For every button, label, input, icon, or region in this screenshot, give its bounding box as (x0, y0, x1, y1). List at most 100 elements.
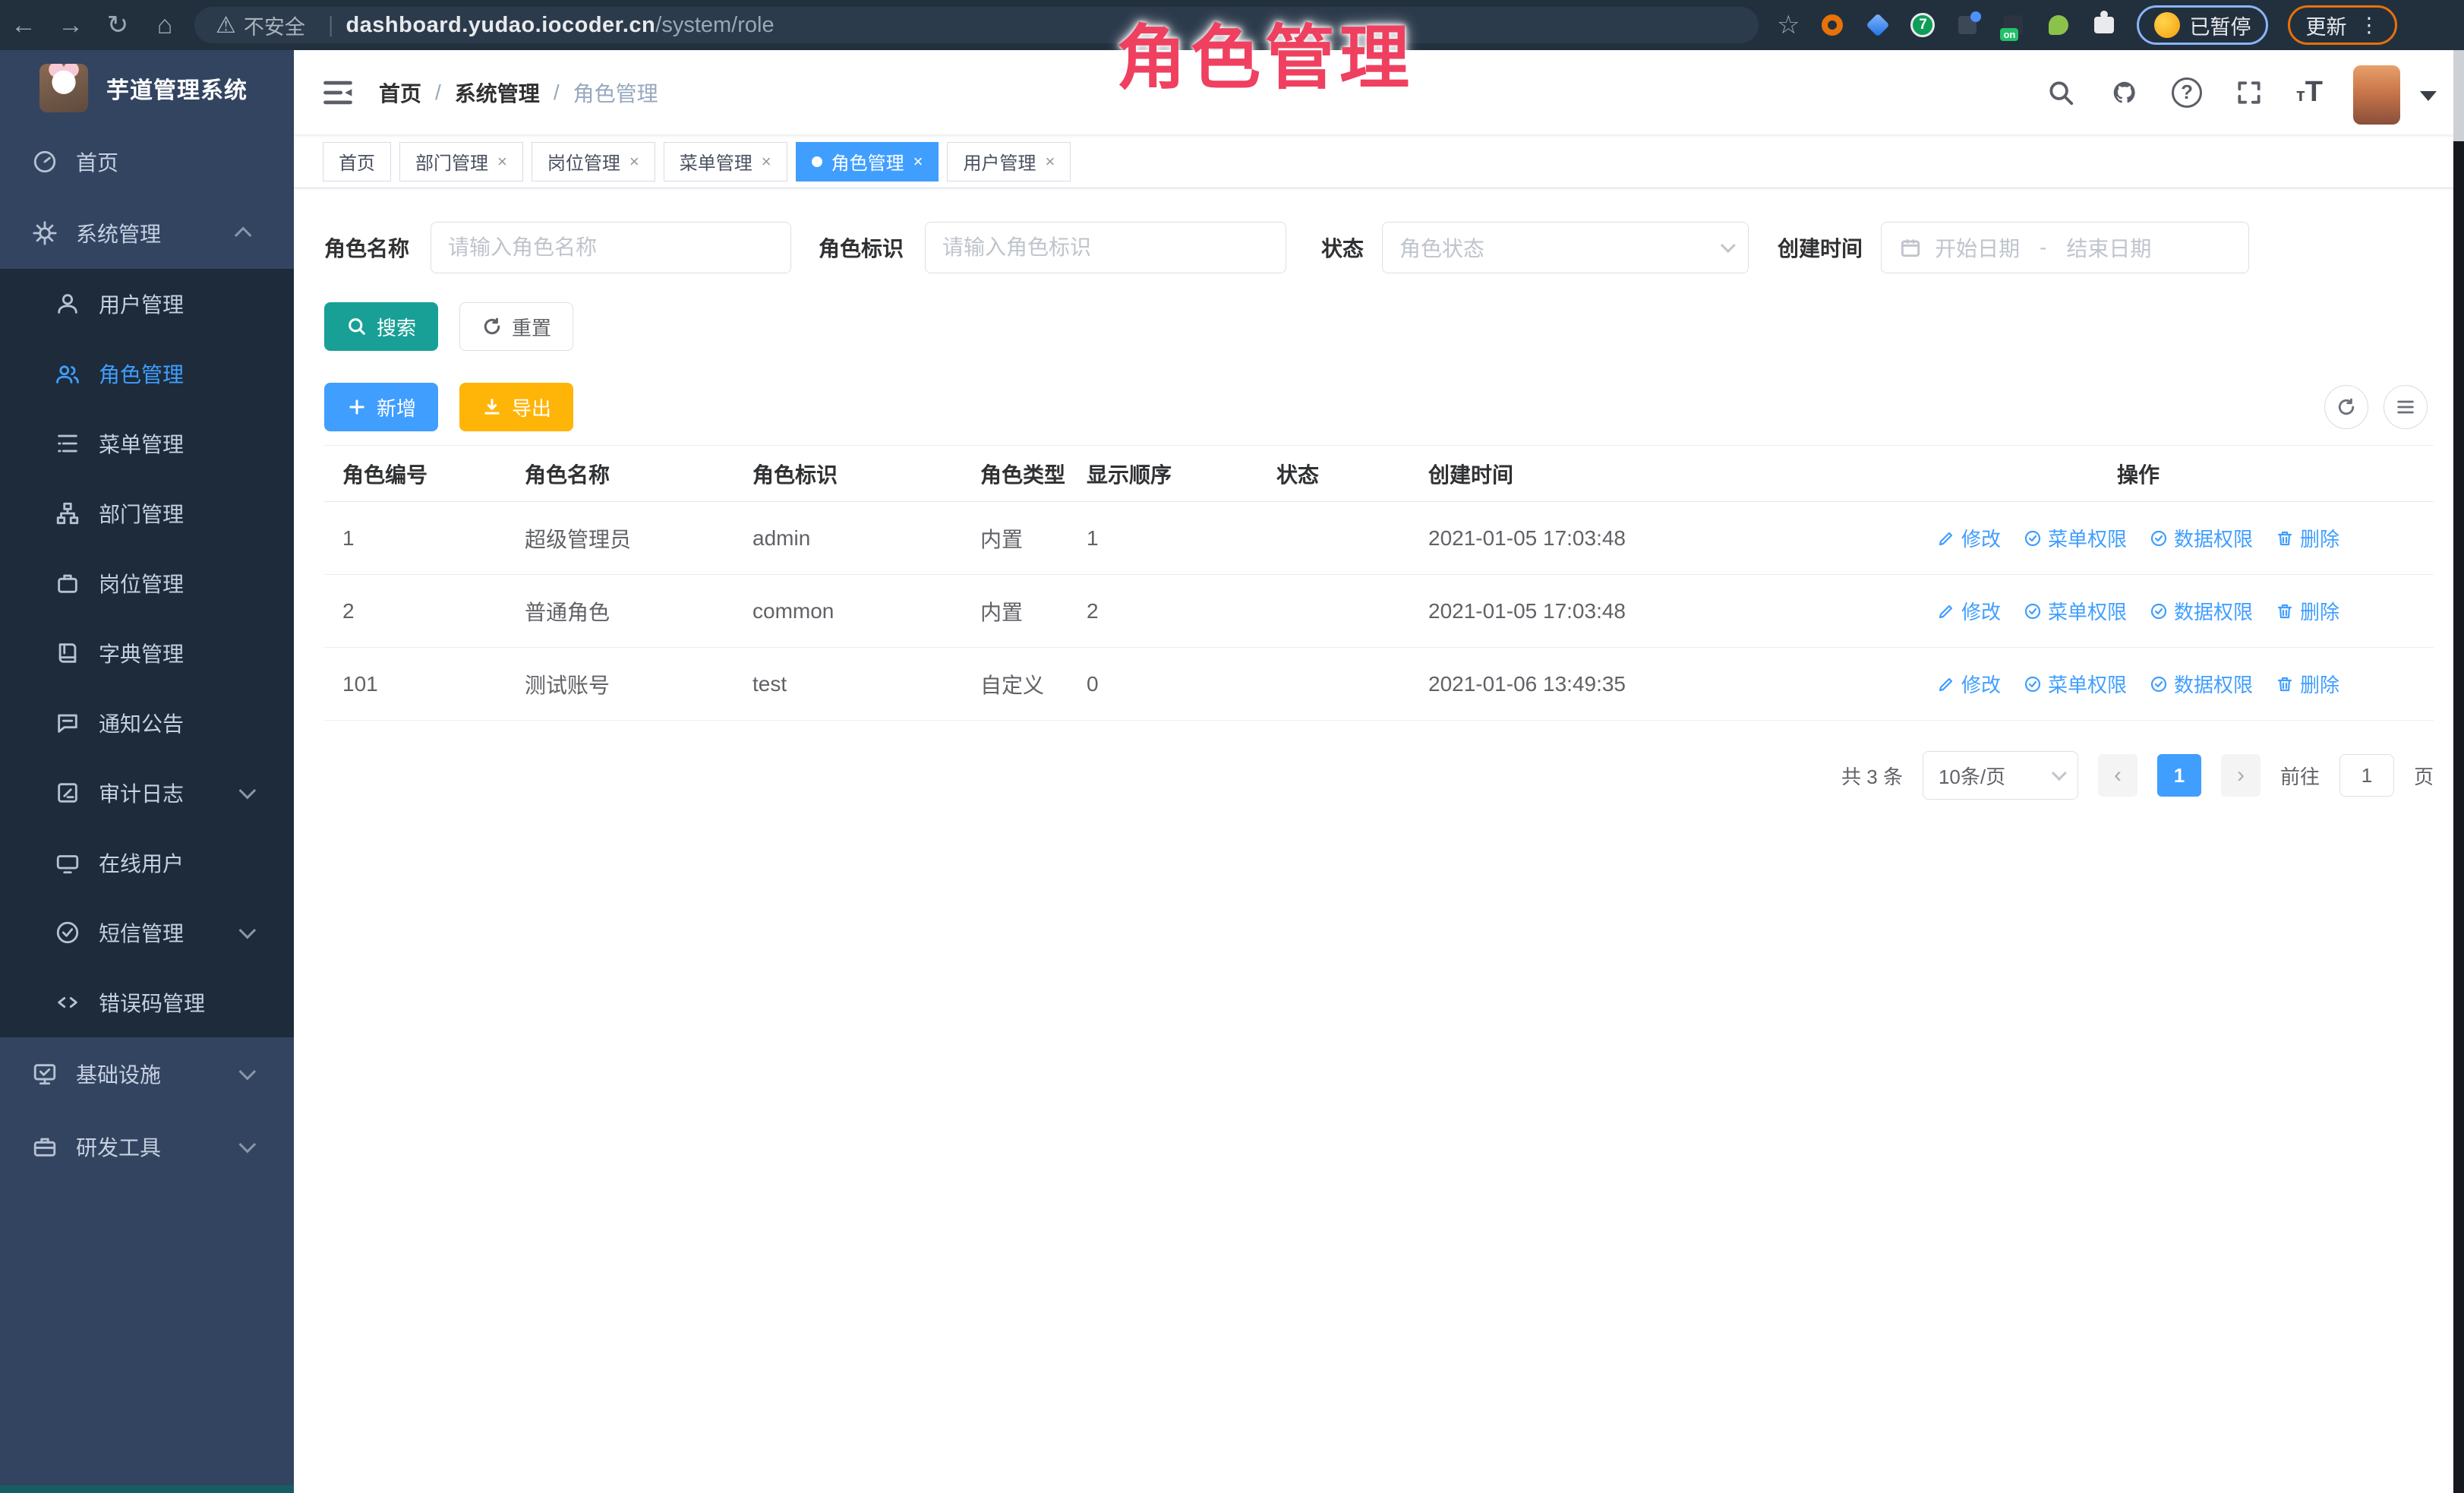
sidebar-item-posts[interactable]: 岗位管理 (0, 548, 294, 618)
window-scrollbar[interactable] (2453, 50, 2464, 1493)
close-icon[interactable]: × (497, 152, 507, 172)
data-permission-link[interactable]: 数据权限 (2150, 524, 2253, 552)
sidebar-item-roles[interactable]: 角色管理 (0, 339, 294, 409)
close-icon[interactable]: × (762, 152, 771, 172)
sidebar-item-dev-tools[interactable]: 研发工具 (0, 1110, 294, 1183)
breadcrumb-system[interactable]: 系统管理 (455, 77, 540, 108)
range-separator: - (2040, 235, 2046, 260)
user-avatar[interactable] (2353, 65, 2400, 125)
hamburger-icon[interactable] (321, 76, 355, 109)
data-permission-link[interactable]: 数据权限 (2150, 597, 2253, 625)
extension-icon-donut[interactable] (1819, 12, 1845, 38)
page-size-select[interactable]: 10条/页 (1923, 751, 2078, 800)
reload-icon[interactable]: ↻ (94, 10, 141, 40)
extension-icon-on-badge[interactable]: on (2000, 12, 2026, 38)
forward-icon[interactable]: → (47, 11, 94, 40)
tab-user[interactable]: 用户管理× (947, 142, 1071, 181)
close-icon[interactable]: × (1045, 152, 1055, 172)
sidebar-item-depts[interactable]: 部门管理 (0, 478, 294, 548)
breadcrumb-home[interactable]: 首页 (379, 77, 421, 108)
not-secure-warning[interactable]: ⚠不安全 (216, 11, 305, 40)
tab-role[interactable]: 角色管理× (796, 142, 939, 181)
role-name-input-field[interactable] (448, 235, 774, 260)
goto-page-input[interactable] (2339, 754, 2394, 797)
search-button[interactable]: 搜索 (324, 302, 438, 351)
user-icon (53, 289, 82, 318)
avatar-caret-icon[interactable] (2420, 91, 2437, 101)
kebab-menu-icon[interactable]: ⋮ (2358, 14, 2380, 37)
back-icon[interactable]: ← (0, 11, 47, 40)
delete-link[interactable]: 删除 (2276, 524, 2339, 552)
edit-link[interactable]: 修改 (1937, 597, 2001, 625)
cell-sort: 0 (1068, 648, 1258, 721)
breadcrumb-separator: / (435, 80, 441, 105)
extension-icon-seven[interactable]: 7 (1910, 13, 1935, 37)
extensions-puzzle-icon[interactable] (2091, 12, 2117, 38)
sidebar: 芋道管理系统 首页 系统管理 用户管理 角色管理 菜单管理 (0, 50, 294, 1493)
role-key-input[interactable] (925, 222, 1286, 273)
sidebar-item-menus[interactable]: 菜单管理 (0, 409, 294, 478)
chevron-down-icon (239, 922, 257, 939)
delete-link[interactable]: 删除 (2276, 670, 2339, 698)
sidebar-item-notice[interactable]: 通知公告 (0, 688, 294, 758)
close-icon[interactable]: × (629, 152, 639, 172)
org-tree-icon (53, 499, 82, 528)
column-settings-button[interactable] (2384, 385, 2428, 429)
status-select[interactable]: 角色状态 (1382, 222, 1749, 273)
help-icon[interactable]: ? (2172, 77, 2202, 108)
fullscreen-icon[interactable] (2232, 76, 2266, 109)
browser-update-chip[interactable]: 更新 ⋮ (2288, 5, 2397, 45)
home-icon[interactable]: ⌂ (141, 11, 188, 40)
bookmark-star-icon[interactable]: ☆ (1777, 10, 1800, 40)
sidebar-item-home[interactable]: 首页 (0, 126, 294, 197)
refresh-button[interactable] (2324, 385, 2368, 429)
online-icon (53, 848, 82, 877)
sidebar-item-online-users[interactable]: 在线用户 (0, 828, 294, 898)
date-range-picker[interactable]: 开始日期 - 结束日期 (1881, 222, 2249, 273)
menu-permission-link[interactable]: 菜单权限 (2024, 670, 2127, 698)
scrollbar-thumb[interactable] (2453, 50, 2464, 141)
tab-dept[interactable]: 部门管理× (399, 142, 523, 181)
end-date-placeholder[interactable]: 结束日期 (2066, 232, 2151, 263)
sidebar-item-audit-log[interactable]: 审计日志 (0, 758, 294, 828)
tab-home[interactable]: 首页 (323, 142, 391, 181)
sidebar-item-sms[interactable]: 短信管理 (0, 898, 294, 967)
reset-button[interactable]: 重置 (459, 302, 573, 351)
app-logo[interactable]: 芋道管理系统 (0, 50, 294, 126)
tab-menu[interactable]: 菜单管理× (664, 142, 787, 181)
browser-actions: ☆ 7 on 已暂停 更新 ⋮ (1777, 5, 2397, 45)
sidebar-item-users[interactable]: 用户管理 (0, 269, 294, 339)
export-button[interactable]: 导出 (459, 383, 573, 431)
extension-icon-dot[interactable] (1954, 12, 1980, 38)
edit-link[interactable]: 修改 (1937, 670, 2001, 698)
tab-post[interactable]: 岗位管理× (532, 142, 655, 181)
sidebar-item-error-code[interactable]: 错误码管理 (0, 967, 294, 1037)
add-button[interactable]: 新增 (324, 383, 438, 431)
address-bar[interactable]: ⚠不安全 | dashboard.yudao.iocoder.cn/system… (194, 7, 1759, 43)
start-date-placeholder[interactable]: 开始日期 (1935, 232, 2020, 263)
extension-icon-sprout[interactable] (2046, 12, 2071, 38)
cell-key: common (734, 575, 962, 648)
edit-link[interactable]: 修改 (1937, 524, 2001, 552)
sidebar-item-system[interactable]: 系统管理 (0, 197, 294, 269)
prev-page-button[interactable]: ‹ (2098, 754, 2137, 797)
github-icon[interactable] (2108, 76, 2141, 109)
app-title: 芋道管理系统 (106, 71, 248, 105)
sidebar-item-infra[interactable]: 基础设施 (0, 1037, 294, 1110)
next-page-button[interactable]: › (2221, 754, 2261, 797)
menu-permission-link[interactable]: 菜单权限 (2024, 524, 2127, 552)
font-size-icon[interactable]: тT (2296, 76, 2323, 109)
extension-icon-gem[interactable] (1865, 12, 1891, 38)
current-page[interactable]: 1 (2157, 754, 2201, 797)
close-icon[interactable]: × (913, 152, 923, 172)
dashboard-icon (30, 147, 59, 176)
menu-permission-link[interactable]: 菜单权限 (2024, 597, 2127, 625)
profile-paused-chip[interactable]: 已暂停 (2137, 5, 2268, 45)
role-name-input[interactable] (431, 222, 791, 273)
sidebar-item-dict[interactable]: 字典管理 (0, 618, 294, 688)
role-key-input-field[interactable] (942, 235, 1269, 260)
calendar-icon (1898, 235, 1923, 260)
data-permission-link[interactable]: 数据权限 (2150, 670, 2253, 698)
search-icon[interactable] (2044, 76, 2078, 109)
delete-link[interactable]: 删除 (2276, 597, 2339, 625)
